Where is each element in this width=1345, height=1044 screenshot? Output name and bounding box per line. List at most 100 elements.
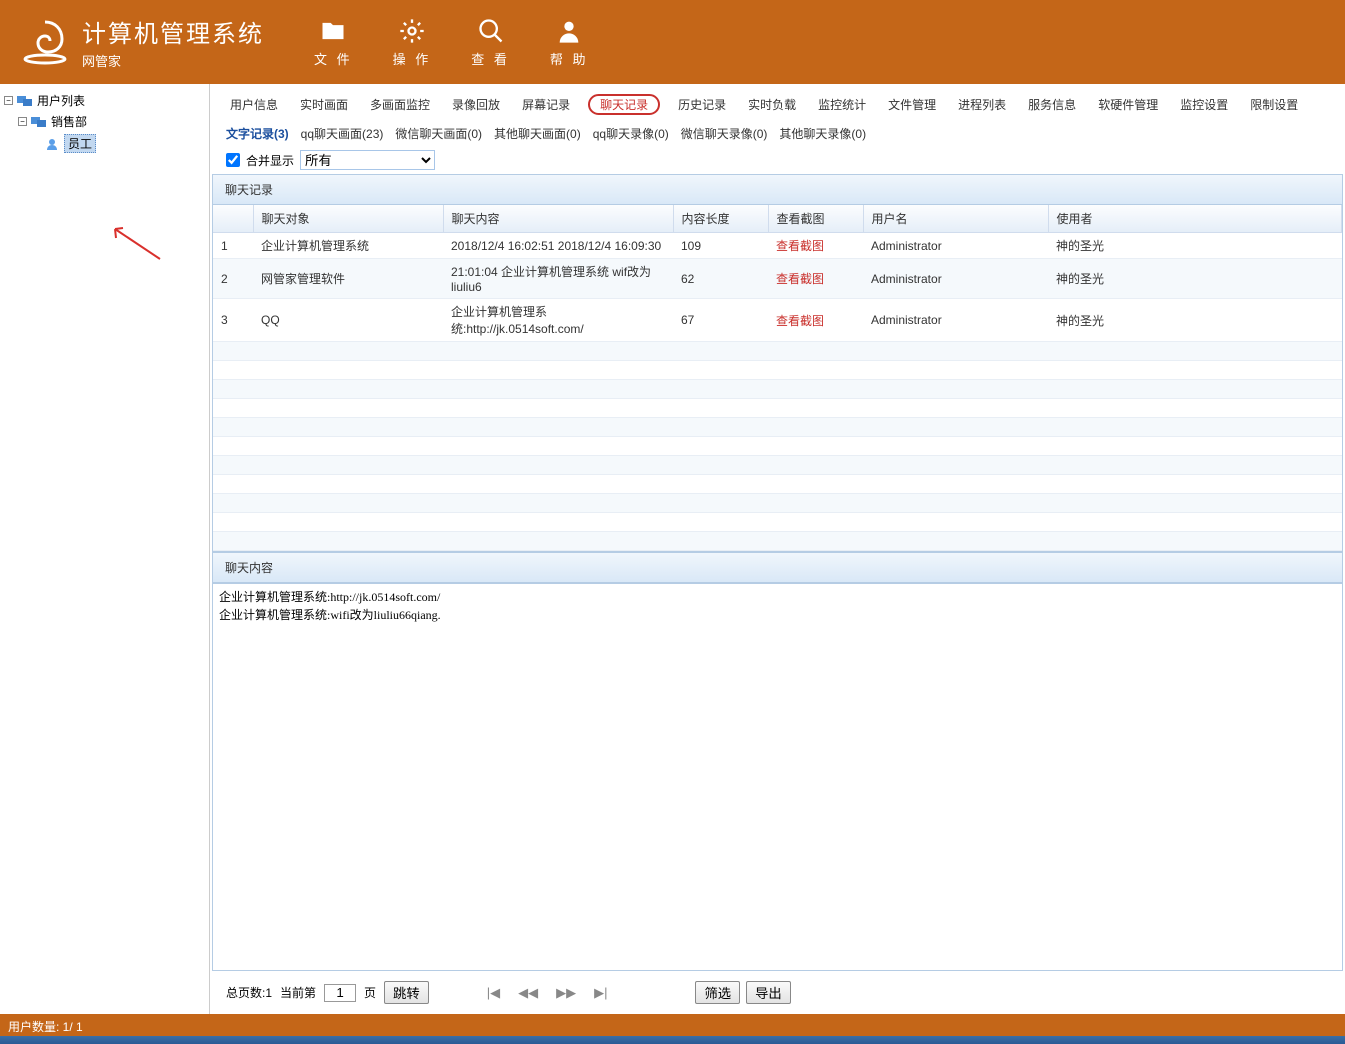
toolbar-view[interactable]: 查 看 xyxy=(471,17,510,68)
tab-hwsw[interactable]: 软硬件管理 xyxy=(1094,94,1162,115)
tree-root-label: 用户列表 xyxy=(37,92,85,109)
filter-button[interactable]: 筛选 xyxy=(695,981,740,1004)
chat-content-header: 聊天内容 xyxy=(212,552,1343,583)
tab-svcinfo[interactable]: 服务信息 xyxy=(1024,94,1080,115)
tab-multimonitor[interactable]: 多画面监控 xyxy=(366,94,434,115)
table-row xyxy=(213,418,1342,437)
tab-restrict[interactable]: 限制设置 xyxy=(1246,94,1302,115)
view-screenshot-link[interactable]: 查看截图 xyxy=(776,314,824,328)
table-row[interactable]: 2 网管家管理软件 21:01:04 企业计算机管理系统 wif改为liuliu… xyxy=(213,259,1342,299)
merge-checkbox[interactable] xyxy=(226,153,240,167)
user-icon xyxy=(44,137,60,151)
view-screenshot-link[interactable]: 查看截图 xyxy=(776,272,824,286)
table-row[interactable]: 1 企业计算机管理系统 2018/12/4 16:02:51 2018/12/4… xyxy=(213,233,1342,259)
subtab-otherchat[interactable]: 其他聊天画面(0) xyxy=(494,125,581,142)
logo-area: 计算机管理系统 网管家 xyxy=(20,14,264,70)
chat-table-wrap: 聊天对象 聊天内容 内容长度 查看截图 用户名 使用者 1 企业计算机管理系统 … xyxy=(212,205,1343,552)
app-title: 计算机管理系统 xyxy=(82,14,264,49)
subtab-textrecord[interactable]: 文字记录(3) xyxy=(226,125,289,142)
sub-tabs: 文字记录(3) qq聊天画面(23) 微信聊天画面(0) 其他聊天画面(0) q… xyxy=(210,121,1345,146)
table-row xyxy=(213,437,1342,456)
filter-select[interactable]: 所有 xyxy=(300,150,435,170)
export-button[interactable]: 导出 xyxy=(746,981,791,1004)
current-prefix: 当前第 xyxy=(280,984,316,1001)
jump-button[interactable]: 跳转 xyxy=(384,981,429,1004)
main-toolbar: 文 件 操 作 查 看 帮 助 xyxy=(314,17,589,68)
table-row xyxy=(213,513,1342,532)
view-screenshot-link[interactable]: 查看截图 xyxy=(776,239,824,253)
last-page-icon[interactable]: ▶| xyxy=(594,985,607,1001)
chat-content-text: 企业计算机管理系统:http://jk.0514soft.com/ 企业计算机管… xyxy=(213,584,1342,628)
tab-userinfo[interactable]: 用户信息 xyxy=(226,94,282,115)
tab-monsettings[interactable]: 监控设置 xyxy=(1176,94,1232,115)
logo-icon xyxy=(20,17,70,67)
subtab-qqchat[interactable]: qq聊天画面(23) xyxy=(301,125,384,142)
tab-monstats[interactable]: 监控统计 xyxy=(814,94,870,115)
person-icon xyxy=(555,17,583,45)
monitors-icon xyxy=(31,115,47,129)
toolbar-file[interactable]: 文 件 xyxy=(314,17,353,68)
next-page-icon[interactable]: ▶▶ xyxy=(556,985,576,1001)
col-length[interactable]: 内容长度 xyxy=(673,205,768,233)
tab-realtime[interactable]: 实时画面 xyxy=(296,94,352,115)
col-screenshot[interactable]: 查看截图 xyxy=(768,205,863,233)
subtab-qqvideo[interactable]: qq聊天录像(0) xyxy=(593,125,669,142)
collapse-icon[interactable]: − xyxy=(18,117,27,126)
sidebar-tree: − 用户列表 − 销售部 员工 xyxy=(0,84,210,1014)
toolbar-operate[interactable]: 操 作 xyxy=(393,17,432,68)
main-content: 用户信息 实时画面 多画面监控 录像回放 屏幕记录 聊天记录 历史记录 实时负载… xyxy=(210,84,1345,1014)
subtab-othervideo[interactable]: 其他聊天录像(0) xyxy=(779,125,866,142)
collapse-icon[interactable]: − xyxy=(4,96,13,105)
prev-page-icon[interactable]: ◀◀ xyxy=(518,985,538,1001)
table-row xyxy=(213,399,1342,418)
annotation-arrow-icon xyxy=(105,224,165,264)
table-row xyxy=(213,475,1342,494)
tree-root[interactable]: − 用户列表 xyxy=(4,90,205,111)
first-page-icon[interactable]: |◀ xyxy=(487,985,500,1001)
toolbar-help[interactable]: 帮 助 xyxy=(550,17,589,68)
table-body: 1 企业计算机管理系统 2018/12/4 16:02:51 2018/12/4… xyxy=(213,233,1342,551)
table-row xyxy=(213,380,1342,399)
tree-employee[interactable]: 员工 xyxy=(4,132,205,155)
app-header: 计算机管理系统 网管家 文 件 操 作 查 看 帮 助 xyxy=(0,0,1345,84)
folder-icon xyxy=(319,17,347,45)
tree-employee-label: 员工 xyxy=(64,134,96,153)
merge-label: 合并显示 xyxy=(246,152,294,169)
tab-filemgr[interactable]: 文件管理 xyxy=(884,94,940,115)
chat-content-panel: 企业计算机管理系统:http://jk.0514soft.com/ 企业计算机管… xyxy=(212,583,1343,971)
pager-nav: |◀ ◀◀ ▶▶ ▶| xyxy=(487,985,608,1001)
tab-screenrecord[interactable]: 屏幕记录 xyxy=(518,94,574,115)
toolbar-label: 操 作 xyxy=(393,49,432,68)
col-content[interactable]: 聊天内容 xyxy=(443,205,673,233)
table-row[interactable]: 3 QQ 企业计算机管理系统:http://jk.0514soft.com/ 6… xyxy=(213,299,1342,342)
tab-history[interactable]: 历史记录 xyxy=(674,94,730,115)
toolbar-label: 查 看 xyxy=(471,49,510,68)
col-index[interactable] xyxy=(213,205,253,233)
total-pages: 总页数:1 xyxy=(226,984,272,1001)
table-row xyxy=(213,361,1342,380)
tab-chatrecord[interactable]: 聊天记录 xyxy=(588,94,660,115)
table-row xyxy=(213,342,1342,361)
monitors-icon xyxy=(17,94,33,108)
nav-tabs: 用户信息 实时画面 多画面监控 录像回放 屏幕记录 聊天记录 历史记录 实时负载… xyxy=(210,84,1345,121)
tab-proclist[interactable]: 进程列表 xyxy=(954,94,1010,115)
filter-row: 合并显示 所有 xyxy=(210,146,1345,174)
os-taskbar xyxy=(0,1036,1345,1044)
status-bar: 用户数量: 1/ 1 xyxy=(0,1014,1345,1036)
subtab-wechat[interactable]: 微信聊天画面(0) xyxy=(395,125,482,142)
col-user[interactable]: 用户名 xyxy=(863,205,1048,233)
current-suffix: 页 xyxy=(364,984,376,1001)
tab-realload[interactable]: 实时负载 xyxy=(744,94,800,115)
tab-playback[interactable]: 录像回放 xyxy=(448,94,504,115)
chat-table: 聊天对象 聊天内容 内容长度 查看截图 用户名 使用者 1 企业计算机管理系统 … xyxy=(213,205,1342,551)
subtab-wechatvideo[interactable]: 微信聊天录像(0) xyxy=(681,125,768,142)
table-row xyxy=(213,494,1342,513)
search-icon xyxy=(477,17,505,45)
page-input[interactable] xyxy=(324,984,356,1002)
tree-dept[interactable]: − 销售部 xyxy=(4,111,205,132)
toolbar-label: 文 件 xyxy=(314,49,353,68)
col-target[interactable]: 聊天对象 xyxy=(253,205,443,233)
toolbar-label: 帮 助 xyxy=(550,49,589,68)
chat-record-header: 聊天记录 xyxy=(212,174,1343,205)
col-operator[interactable]: 使用者 xyxy=(1048,205,1342,233)
